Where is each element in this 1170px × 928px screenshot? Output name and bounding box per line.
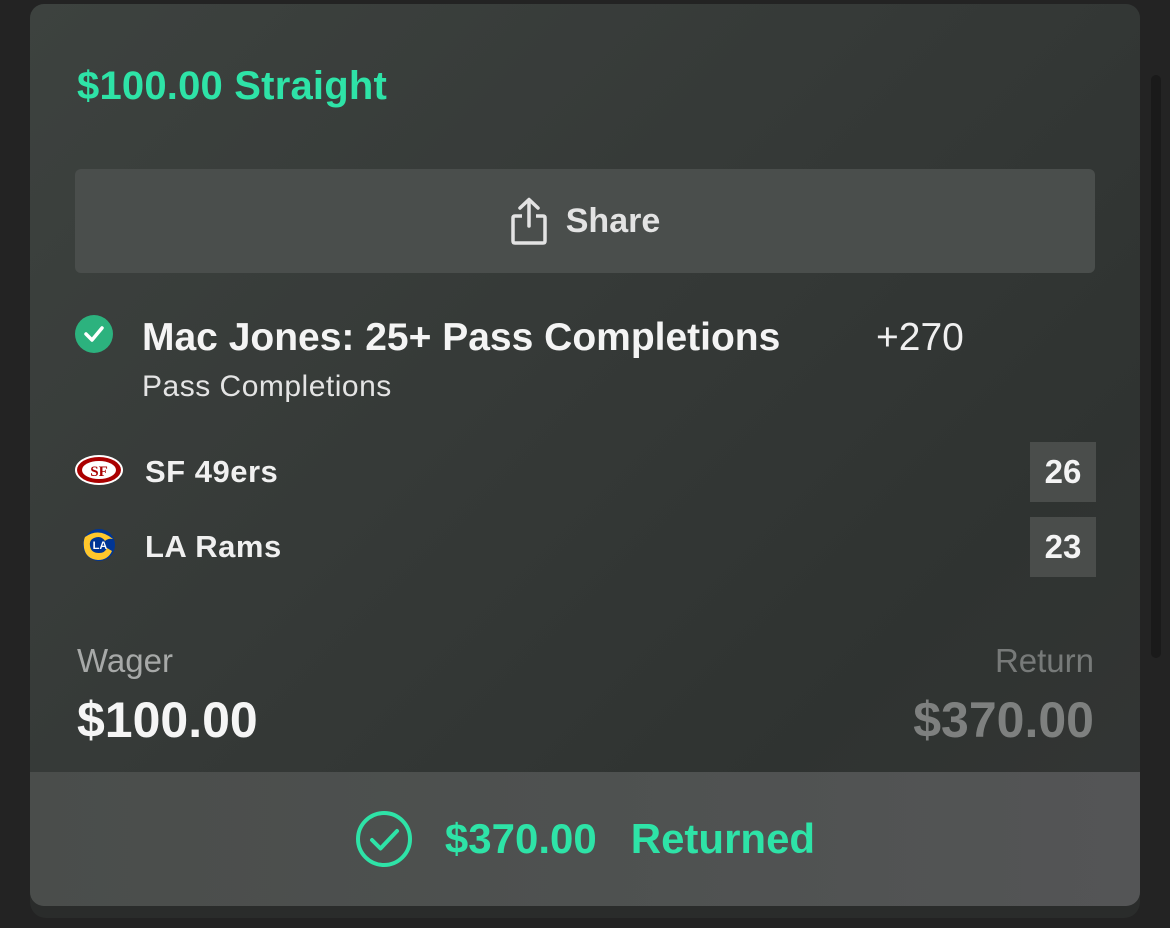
team-name: SF 49ers [145,454,279,489]
wager-label: Wager [77,642,173,679]
scrollbar[interactable] [1151,75,1161,658]
result-amount: $370.00 [444,815,597,862]
svg-text:LA: LA [93,540,108,552]
market-name: Pass Completions [142,370,392,403]
team-row-la-rams: LA LA Rams 23 [74,517,1096,577]
return-value: $370.00 [913,692,1094,748]
return-label: Return [994,642,1094,679]
check-circle-outline-icon [355,811,412,867]
team-name: LA Rams [145,529,282,564]
49ers-logo: SF [75,455,123,485]
result-status: Returned [630,815,816,862]
share-button[interactable]: Share [75,169,1095,273]
team-score: 26 [1030,442,1096,502]
rams-logo: LA [83,529,115,561]
result-banner: $370.00 Returned [30,772,1140,906]
share-icon [511,197,547,245]
selection-odds: +270 [876,316,964,359]
wager-value: $100.00 [77,692,258,748]
bet-title: $100.00 Straight [77,64,388,108]
selection-name: Mac Jones: 25+ Pass Completions [142,316,781,359]
bet-card: $100.00 Straight Share Mac Jones: 25+ Pa… [30,4,1140,906]
svg-text:SF: SF [90,464,108,480]
team-row-sf-49ers: SF SF 49ers 26 [74,442,1096,502]
team-score: 23 [1030,517,1096,577]
share-label: Share [565,201,661,240]
check-circle-icon [75,315,113,353]
